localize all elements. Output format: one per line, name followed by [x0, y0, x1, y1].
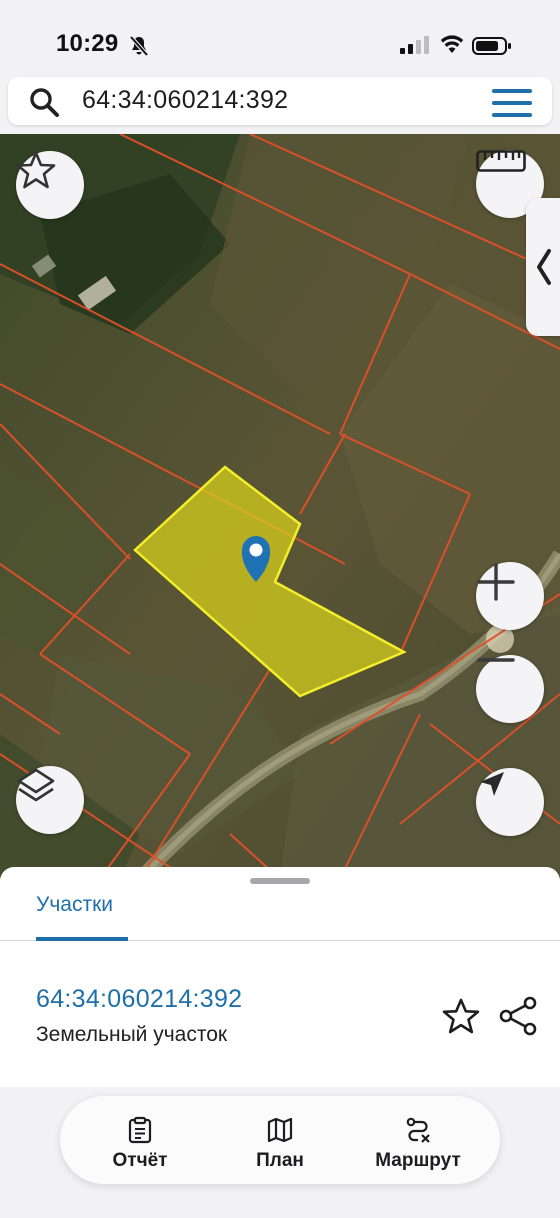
- layers-button[interactable]: [16, 766, 84, 834]
- navigate-arrow-icon: [480, 772, 504, 796]
- minus-icon: [477, 658, 515, 662]
- search-icon[interactable]: [28, 86, 60, 118]
- zoom-in-button[interactable]: [476, 562, 544, 630]
- side-panel-toggle[interactable]: [526, 198, 560, 336]
- plan-label: План: [256, 1150, 304, 1171]
- search-input[interactable]: 64:34:060214:392: [82, 86, 288, 115]
- plan-button[interactable]: План: [252, 1096, 308, 1184]
- parcel-type: Земельный участок: [36, 1023, 228, 1046]
- bottom-action-bar: Отчёт План Маршрут: [60, 1096, 500, 1184]
- layers-icon: [17, 768, 55, 802]
- wifi-icon: [440, 35, 464, 53]
- cellular-signal-icon: [400, 36, 429, 54]
- report-button[interactable]: Отчёт: [112, 1096, 168, 1184]
- chevron-left-icon: [537, 249, 551, 285]
- satellite-map[interactable]: [0, 134, 560, 879]
- share-icon[interactable]: [498, 996, 538, 1036]
- hamburger-menu-icon[interactable]: [492, 89, 532, 117]
- status-time: 10:29: [56, 30, 119, 57]
- ruler-icon: [476, 150, 526, 172]
- sheet-grabber[interactable]: [250, 878, 310, 884]
- battery-icon: [472, 37, 511, 55]
- star-icon: [16, 151, 56, 189]
- search-bar[interactable]: 64:34:060214:392: [8, 77, 552, 125]
- route-label: Маршрут: [375, 1150, 461, 1171]
- report-label: Отчёт: [112, 1150, 168, 1171]
- favorite-button[interactable]: [16, 151, 84, 219]
- tab-parcels[interactable]: Участки: [36, 893, 113, 917]
- map-icon: [267, 1117, 293, 1143]
- route-button[interactable]: Маршрут: [368, 1096, 468, 1184]
- status-bar: 10:29: [0, 0, 560, 80]
- star-icon[interactable]: [442, 998, 480, 1034]
- clipboard-icon: [128, 1116, 152, 1144]
- plus-icon: [477, 563, 515, 601]
- zoom-out-button[interactable]: [476, 655, 544, 723]
- my-location-button[interactable]: [476, 768, 544, 836]
- bell-off-icon: [129, 35, 149, 57]
- bottom-sheet: Участки 64:34:060214:392 Земельный участ…: [0, 867, 560, 1218]
- tab-underline: [36, 937, 128, 941]
- route-icon: [406, 1117, 430, 1143]
- parcel-number[interactable]: 64:34:060214:392: [36, 985, 242, 1014]
